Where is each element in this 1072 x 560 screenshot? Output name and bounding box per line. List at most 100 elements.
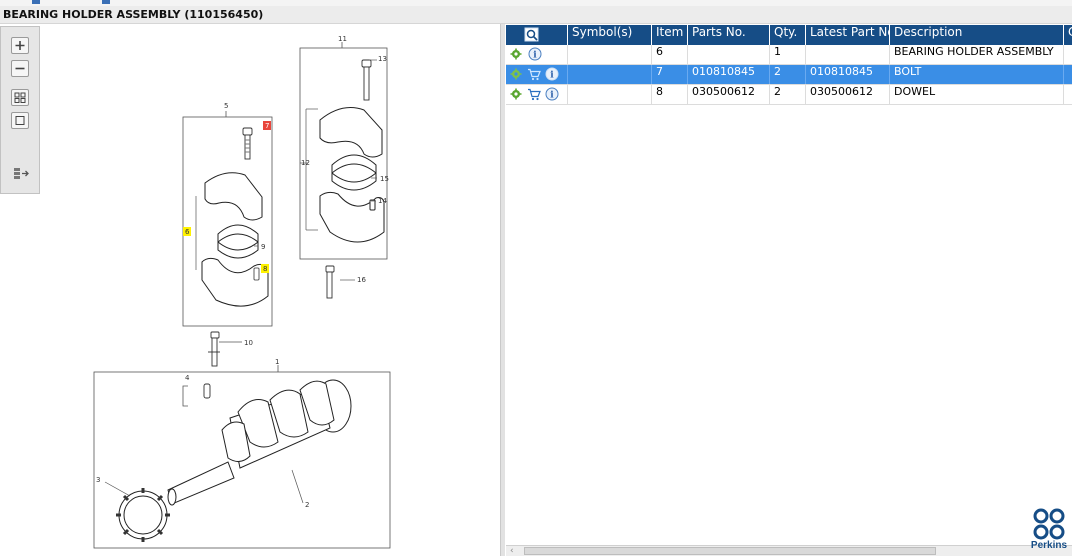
cell-symbols	[568, 65, 652, 84]
table-header: Symbol(s) Item Parts No. Qty. Latest Par…	[506, 25, 1072, 45]
callout-6: 6	[185, 228, 190, 236]
table-row[interactable]: i 6 1 BEARING HOLDER ASSEMBLY	[506, 45, 1072, 65]
callout-14: 14	[378, 197, 387, 205]
cell-latest-part-no: 030500612	[806, 85, 890, 104]
scrollbar-thumb[interactable]	[524, 547, 936, 555]
cell-parts-no	[688, 45, 770, 64]
callout-12: 12	[301, 159, 310, 167]
fit-window-icon	[15, 116, 25, 125]
perkins-logo: Perkins	[1028, 507, 1070, 555]
cell-qty: 1	[770, 45, 806, 64]
horizontal-scrollbar[interactable]: ‹	[506, 545, 1072, 556]
column-header-description[interactable]: Description	[890, 25, 1064, 45]
cell-item: 6	[652, 45, 688, 64]
row-actions: i	[506, 45, 568, 64]
zoom-out-icon	[15, 67, 25, 70]
gear-icon[interactable]	[510, 48, 522, 60]
bearing-shell	[217, 224, 259, 259]
bearing-cap-lower	[201, 257, 269, 307]
callout-16: 16	[357, 276, 366, 284]
column-header-c[interactable]: C	[1064, 25, 1072, 45]
row-actions: i	[506, 85, 568, 104]
callout-15: 15	[380, 175, 389, 183]
gear-icon[interactable]	[510, 68, 522, 80]
page-title: BEARING HOLDER ASSEMBLY (110156450)	[3, 8, 264, 21]
column-header-tools[interactable]	[506, 25, 568, 45]
zoom-out-button[interactable]	[11, 60, 29, 77]
dowel-8-graphic	[253, 267, 260, 281]
cell-item: 8	[652, 85, 688, 104]
lower-cap-11	[319, 191, 385, 243]
cell-parts-no: 030500612	[688, 85, 770, 104]
parts-table: Symbol(s) Item Parts No. Qty. Latest Par…	[506, 25, 1072, 545]
callout-9: 9	[261, 243, 265, 251]
cell-symbols	[568, 85, 652, 104]
toolbar-icon[interactable]	[32, 0, 40, 4]
upper-cap-11	[319, 107, 383, 158]
title-bar: BEARING HOLDER ASSEMBLY (110156450)	[0, 6, 1072, 24]
callout-7: 7	[265, 122, 269, 130]
bolt-16-graphic	[325, 265, 335, 299]
scroll-left-icon[interactable]: ‹	[510, 546, 514, 556]
callout-2: 2	[305, 501, 309, 509]
fit-window-button[interactable]	[11, 112, 29, 129]
brand-name: Perkins	[1030, 540, 1068, 551]
column-header-qty[interactable]: Qty.	[770, 25, 806, 45]
info-icon[interactable]: i	[545, 87, 559, 101]
column-header-latest-part-no[interactable]: Latest Part No.	[806, 25, 890, 45]
zoom-in-button[interactable]	[11, 37, 29, 54]
cell-description: BOLT	[890, 65, 1064, 84]
toggle-panel-icon	[14, 168, 29, 179]
callout-6-highlight[interactable]: 6	[183, 227, 191, 236]
perkins-logo-mark	[1033, 508, 1065, 540]
dowel-4-graphic	[203, 383, 211, 399]
view-toolbox	[0, 26, 40, 194]
callout-11: 11	[338, 35, 347, 43]
fit-all-icon	[14, 92, 26, 103]
column-header-symbols[interactable]: Symbol(s)	[568, 25, 652, 45]
bearing-cap-upper	[204, 172, 263, 221]
cell-latest-part-no	[806, 45, 890, 64]
callout-1: 1	[275, 358, 279, 366]
cell-item: 7	[652, 65, 688, 84]
pane-splitter[interactable]	[500, 24, 505, 556]
svg-text:i: i	[533, 51, 537, 61]
info-icon[interactable]: i	[528, 47, 542, 61]
cell-description: BEARING HOLDER ASSEMBLY	[890, 45, 1064, 64]
fit-all-button[interactable]	[11, 89, 29, 106]
info-icon[interactable]: i	[545, 67, 559, 81]
callout-3: 3	[96, 476, 100, 484]
callout-8: 8	[263, 265, 267, 273]
cell-qty: 2	[770, 85, 806, 104]
table-row-selected[interactable]: i 7 010810845 2 010810845 BOLT	[506, 65, 1072, 85]
cart-icon[interactable]	[527, 68, 541, 81]
callout-4: 4	[185, 374, 190, 382]
column-header-parts-no[interactable]: Parts No.	[688, 25, 770, 45]
toggle-panel-button[interactable]	[11, 165, 31, 182]
column-header-item[interactable]: Item	[652, 25, 688, 45]
zoom-in-icon	[15, 41, 25, 50]
bolt-10-graphic	[208, 331, 220, 367]
cell-description: DOWEL	[890, 85, 1064, 104]
row-actions: i	[506, 65, 568, 84]
bolt-13-graphic	[361, 59, 372, 101]
callout-5: 5	[224, 102, 228, 110]
crankshaft-graphic	[167, 379, 352, 506]
callout-7-highlight[interactable]: 7	[263, 121, 271, 130]
gear-icon[interactable]	[510, 88, 522, 100]
exploded-diagram[interactable]: 5 11 13 12 15 14 16 10 9 1 4 2 3 7 6 8	[42, 24, 500, 556]
magnifier-icon	[524, 27, 539, 42]
callout-8-highlight[interactable]: 8	[261, 264, 269, 273]
table-row[interactable]: i 8 030500612 2 030500612 DOWEL	[506, 85, 1072, 105]
cell-qty: 2	[770, 65, 806, 84]
cell-symbols	[568, 45, 652, 64]
cell-latest-part-no: 010810845	[806, 65, 890, 84]
parts-illustration[interactable]: 5 11 13 12 15 14 16 10 9 1 4 2 3 7 6 8	[42, 24, 500, 556]
svg-text:i: i	[550, 91, 554, 101]
toolbar-icon[interactable]	[102, 0, 110, 4]
callout-10: 10	[244, 339, 253, 347]
callout-13: 13	[378, 55, 387, 63]
bolt-7-graphic	[242, 127, 253, 160]
shell-11	[331, 154, 377, 191]
cart-icon[interactable]	[527, 88, 541, 101]
